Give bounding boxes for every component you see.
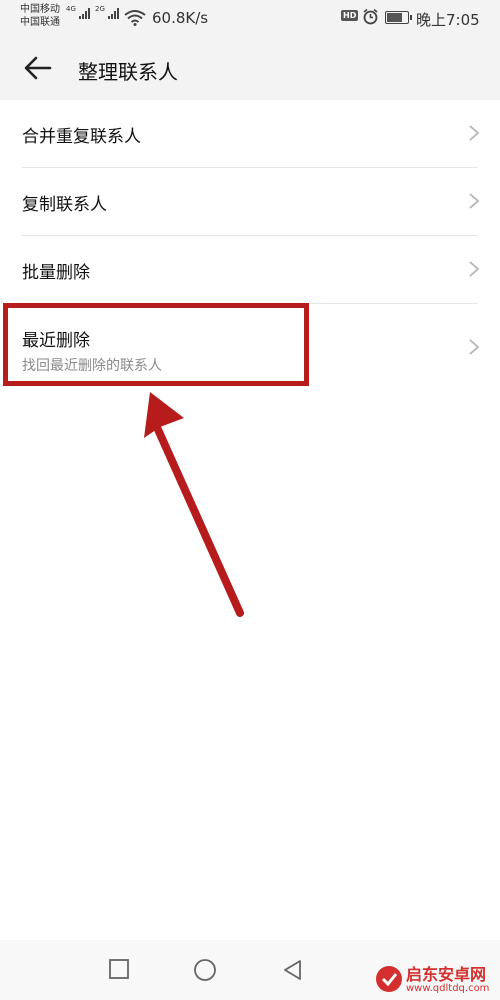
merge-duplicates-item[interactable]: 合并重复联系人	[22, 100, 480, 168]
signal-1-icon: 4G	[66, 5, 91, 19]
watermark-logo-icon	[376, 966, 402, 992]
page-title: 整理联系人	[78, 60, 178, 84]
copy-contacts-item[interactable]: 复制联系人	[22, 168, 480, 236]
status-bar: 中国移动 中国联通 4G 2G 60.8K/s HD 晚上7:05	[0, 0, 500, 36]
wifi-icon	[124, 10, 146, 26]
watermark-url: www.qdltdq.com	[406, 983, 490, 994]
battery-icon	[385, 11, 412, 24]
carrier-2: 中国联通	[20, 17, 60, 28]
recents-square-icon[interactable]	[108, 958, 130, 980]
chevron-right-icon	[469, 125, 480, 141]
batch-delete-item[interactable]: 批量删除	[22, 236, 480, 304]
network-type-1: 4G	[66, 5, 76, 13]
annotation-arrow-icon	[144, 392, 244, 617]
app-bar: 整理联系人	[0, 36, 500, 100]
chevron-right-icon	[469, 339, 480, 355]
carrier-1: 中国移动	[20, 4, 60, 15]
chevron-right-icon	[469, 193, 480, 209]
network-type-2: 2G	[95, 5, 105, 13]
back-triangle-icon[interactable]	[281, 958, 303, 982]
back-arrow-icon[interactable]	[22, 52, 54, 84]
hd-icon: HD	[341, 10, 359, 21]
clock: 晚上7:05	[416, 11, 480, 29]
item-label: 批量删除	[22, 263, 90, 283]
home-circle-icon[interactable]	[193, 958, 217, 982]
watermark: 启东安卓网 www.qdltdq.com	[372, 958, 500, 1000]
carrier-names: 中国移动 中国联通	[20, 3, 60, 29]
highlight-box	[3, 303, 309, 386]
signal-2-icon: 2G	[95, 5, 120, 19]
network-speed: 60.8K/s	[152, 9, 209, 27]
watermark-name: 启东安卓网	[406, 965, 487, 984]
item-label: 复制联系人	[22, 195, 107, 215]
chevron-right-icon	[469, 261, 480, 277]
item-label: 合并重复联系人	[22, 127, 141, 147]
alarm-icon	[363, 8, 378, 25]
